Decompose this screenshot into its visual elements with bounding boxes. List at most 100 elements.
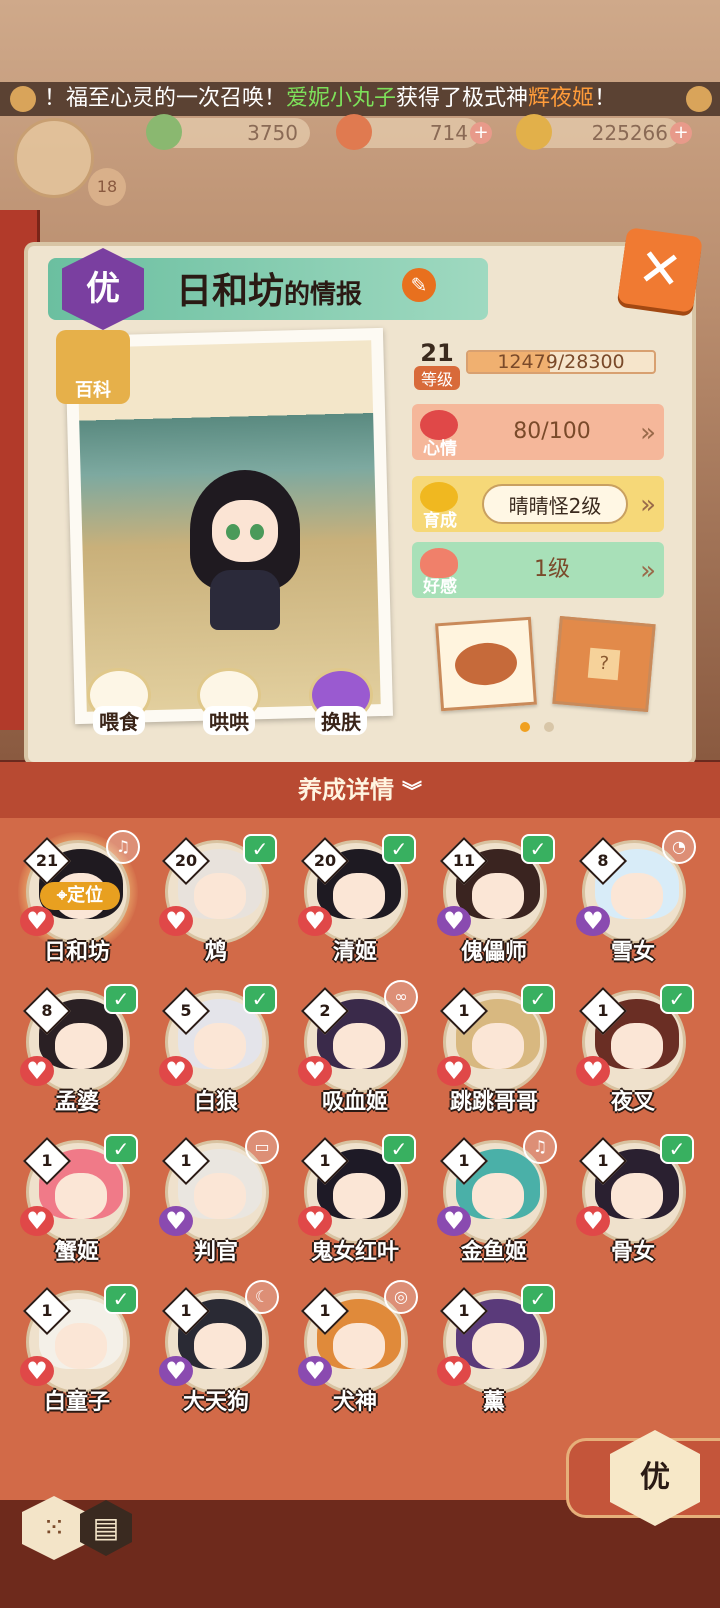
check-icon: ✓ [104,984,138,1014]
shikigami-level: 1 [458,1301,470,1320]
announcement-prefix: ！福至心灵的一次召唤！ [44,86,287,111]
announcement-middle: 获得了极式神 [396,86,529,111]
mood-row[interactable]: 心情 80/100 » [412,404,664,460]
shikigami-card[interactable]: 20 ✓ ♥ 清姬 [288,826,422,965]
bell-icon: ♫ [106,830,140,864]
shikigami-level: 5 [180,1001,192,1020]
food-card[interactable] [435,616,537,712]
shikigami-card[interactable]: 1 ✓ ♥ 夜叉 [566,976,700,1115]
shikigami-figure[interactable] [190,470,300,630]
shikigami-card[interactable]: 1 ✓ ♥ 骨女 [566,1126,700,1265]
locked-card[interactable]: ? [552,615,656,713]
shikigami-card[interactable]: 8 ◔ ♥ 雪女 [566,826,700,965]
portrait-face [472,1173,524,1219]
shikigami-name: 骨女 [610,1240,655,1265]
coin-icon [516,114,552,150]
stamina-counter: 714 + [336,114,492,150]
shikigami-card[interactable]: 11 ✓ ♥ 傀儡师 [427,826,561,965]
shikigami-level: 8 [41,1001,53,1020]
coin-counter: 225266 + [516,114,692,150]
figure-eye [226,524,240,540]
mood-heart-icon: ♥ [20,1356,54,1386]
wiki-button[interactable]: 百科 [56,330,130,404]
mood-heart-icon: ♥ [159,906,193,936]
favorability-label: 好感 [423,577,457,597]
stamina-value: 714 [429,121,468,145]
chevron-right-icon: » [640,490,656,520]
shikigami-name: 鸩 [204,940,227,965]
figure-eye [250,524,264,540]
shikigami-name: 日和坊 [176,271,285,312]
shikigami-card[interactable]: 20 ✓ ♥ 鸩 [149,826,283,965]
xp-text: 12479/28300 [497,351,625,373]
shikigami-card[interactable]: 1 ✓ ♥ 跳跳哥哥 [427,976,561,1115]
portrait-face [611,1023,663,1069]
check-icon: ✓ [521,984,555,1014]
page-dot[interactable] [544,722,554,732]
raise-value: 晴晴怪2级 [482,484,628,524]
summon-announcement: ！福至心灵的一次召唤！爱妮小丸子获得了极式神辉夜姬！ [0,82,720,116]
wiki-label: 百科 [75,380,111,401]
feed-label: 喂食 [93,706,145,735]
page-dot-active[interactable] [520,722,530,732]
chevron-right-icon: » [640,556,656,586]
favorability-row[interactable]: 好感 1级 » [412,542,664,598]
cup-icon: ◔ [662,830,696,864]
coax-button[interactable]: 哄哄 [190,668,268,736]
shikigami-name: 鬼女红叶 [310,1240,399,1265]
portrait-face [55,1323,107,1369]
shikigami-card[interactable]: 1 ✓ ♥ 白童子 [10,1276,144,1415]
mood-heart-icon: ♥ [437,1206,471,1236]
change-skin-button[interactable]: 换肤 [302,668,380,736]
shikigami-card[interactable]: 1 ✓ ♥ 鬼女红叶 [288,1126,422,1265]
add-stamina-button[interactable]: + [470,122,492,144]
portrait-face [333,1173,385,1219]
add-coins-button[interactable]: + [670,122,692,144]
shikigami-card[interactable]: 21 ♫ ♥ ⌖定位 日和坊 [10,826,144,965]
mood-heart-icon: ♥ [159,1356,193,1386]
feed-button[interactable]: 喂食 [80,668,158,736]
flower-icon [10,86,36,112]
shikigami-name: 夜叉 [610,1090,655,1115]
check-icon: ✓ [660,984,694,1014]
close-button[interactable]: ✕ [617,227,703,313]
shikigami-name: 白狼 [193,1090,238,1115]
locate-badge[interactable]: ⌖定位 [40,882,120,910]
shikigami-name: 雪女 [610,940,655,965]
check-icon: ✓ [521,1284,555,1314]
shikigami-card[interactable]: 1 ◎ ♥ 犬神 [288,1276,422,1415]
shikigami-card[interactable]: 1 ✓ ♥ 薰 [427,1276,561,1415]
shikigami-name: 大天狗 [182,1390,249,1415]
flower-icon [686,86,712,112]
shikigami-level: 1 [319,1301,331,1320]
edit-icon[interactable]: ✎ [402,268,436,302]
portrait-face [333,1023,385,1069]
roster-toggle[interactable]: 养成详情 ︾ [0,762,720,818]
mood-value: 80/100 [513,419,591,444]
shikigami-name: 金鱼姬 [460,1240,527,1265]
chevron-down-icon: ︾ [402,779,422,803]
title-suffix: 的情报 [284,280,363,310]
shikigami-name: 犬神 [332,1390,377,1415]
shikigami-card[interactable]: 1 ♫ ♥ 金鱼姬 [427,1126,561,1265]
shikigami-grid: 21 ♫ ♥ ⌖定位 日和坊 20 ✓ ♥ 鸩 20 ✓ ♥ 清姬 11 ✓ ♥ 傀儡师 8 ◔ ♥ 雪女 8 ✓ ♥ 孟婆 5 ✓… [0,818,720,1518]
portrait-face [472,873,524,919]
portrait-face [611,1173,663,1219]
shikigami-name: 日和坊 [43,940,110,965]
shikigami-card[interactable]: 5 ✓ ♥ 白狼 [149,976,283,1115]
resource-bar: 3750 714 + 225266 + [0,114,720,154]
portrait-face [194,1023,246,1069]
pin-icon: ⌖ [56,885,68,906]
shikigami-card[interactable]: 8 ✓ ♥ 孟婆 [10,976,144,1115]
portrait-face [55,1173,107,1219]
level-value: 21 [420,339,454,367]
question-mark-icon: ? [587,647,621,681]
shikigami-level: 1 [41,1301,53,1320]
shikigami-card[interactable]: 1 ☾ ♥ 大天狗 [149,1276,283,1415]
shikigami-name: 吸血姬 [321,1090,388,1115]
shikigami-card[interactable]: 2 ∞ ♥ 吸血姬 [288,976,422,1115]
raise-row[interactable]: 育成 晴晴怪2级 » [412,476,664,532]
jade-value: 3750 [247,121,298,145]
shikigami-card[interactable]: 1 ✓ ♥ 蟹姬 [10,1126,144,1265]
shikigami-card[interactable]: 1 ▭ ♥ 判官 [149,1126,283,1265]
